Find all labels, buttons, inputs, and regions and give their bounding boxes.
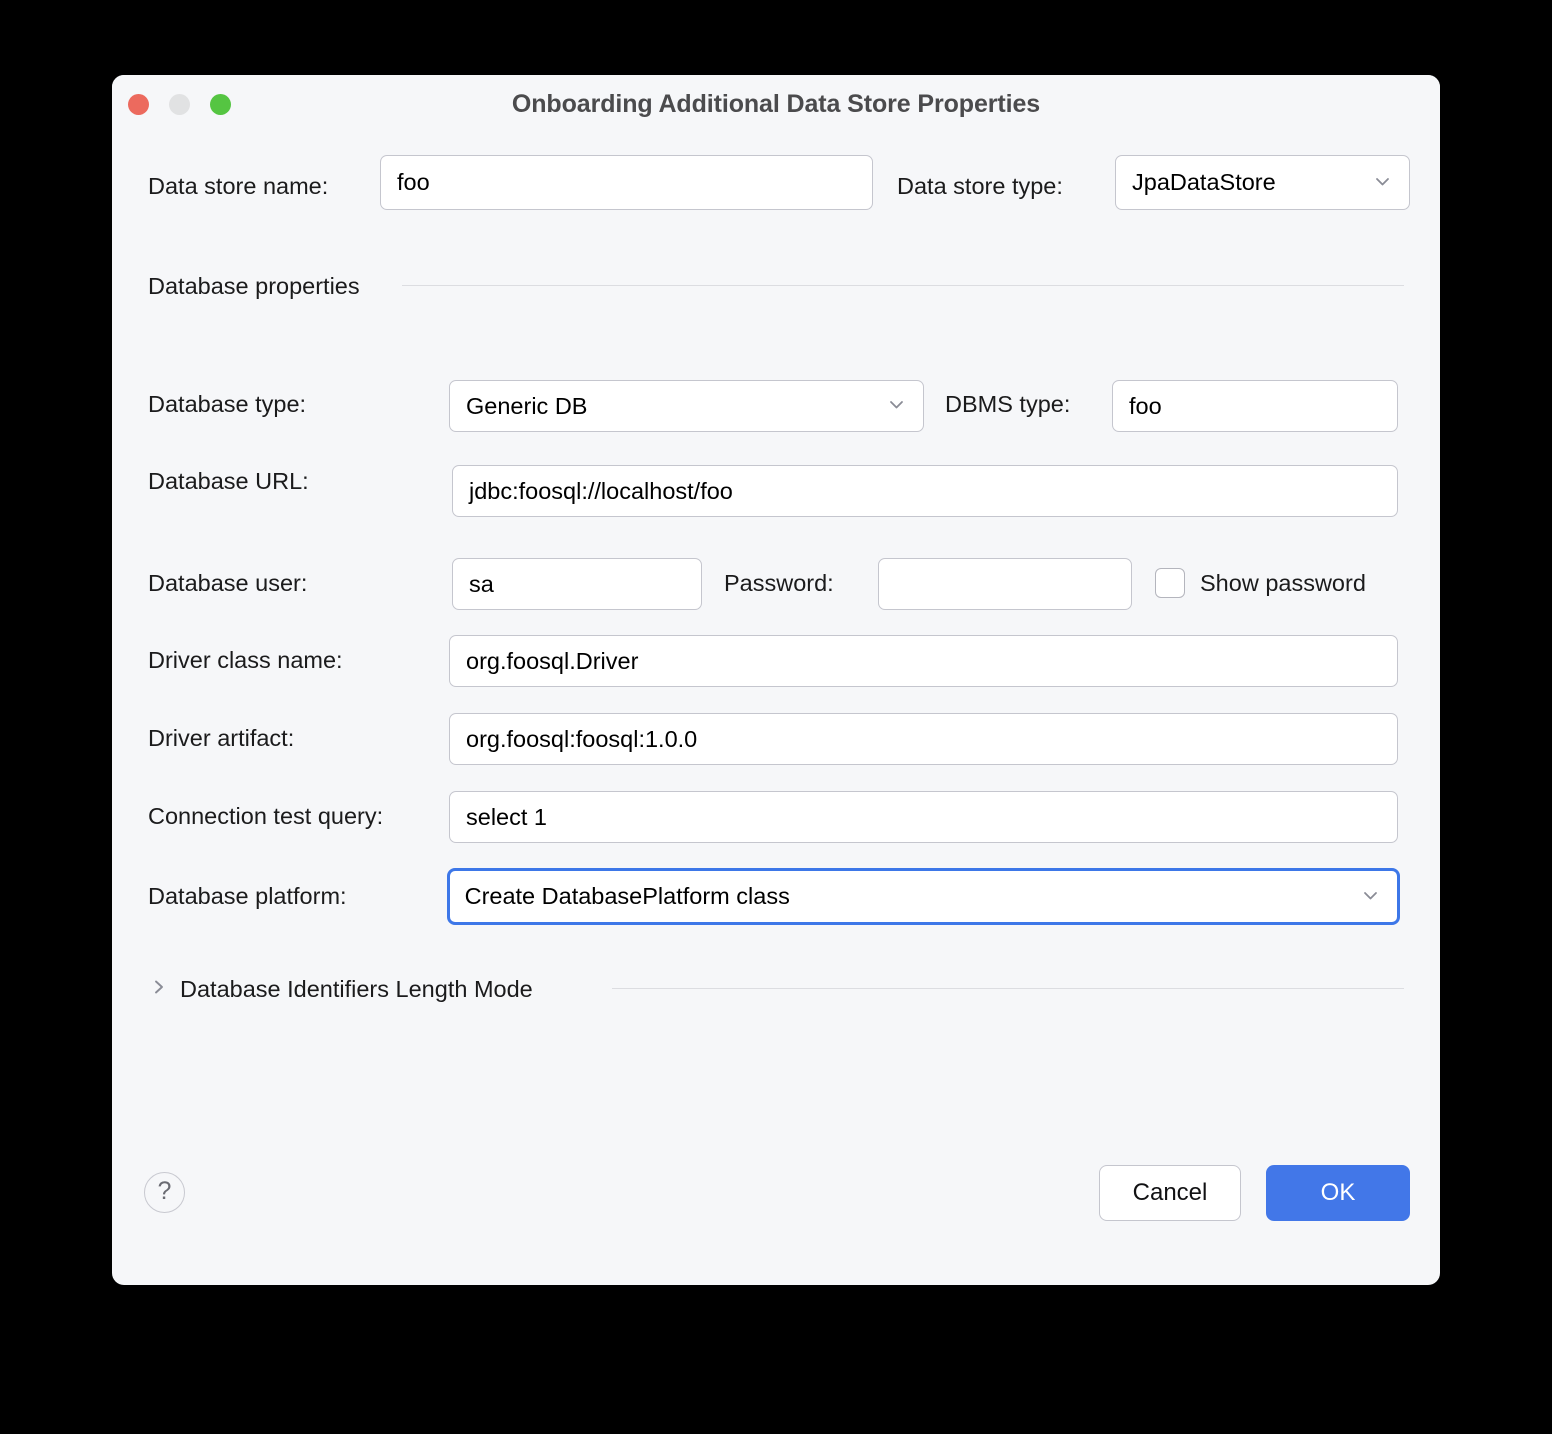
chevron-down-icon [1374, 173, 1391, 190]
database-user-label: Database user: [148, 572, 307, 596]
data-store-name-input[interactable]: foo [380, 155, 873, 210]
disclosure-chevron-right-icon[interactable] [150, 978, 168, 996]
password-label: Password: [724, 572, 834, 596]
show-password-checkbox[interactable] [1155, 568, 1185, 598]
driver-artifact-input[interactable]: org.foosql:foosql:1.0.0 [449, 713, 1398, 765]
chevron-down-icon [1362, 887, 1379, 904]
data-store-type-label: Data store type: [897, 175, 1063, 199]
database-identifiers-length-mode-label[interactable]: Database Identifiers Length Mode [180, 978, 533, 1002]
driver-class-name-input[interactable]: org.foosql.Driver [449, 635, 1398, 687]
database-platform-label: Database platform: [148, 885, 347, 909]
driver-class-name-label: Driver class name: [148, 649, 343, 673]
dialog-content: Data store name: foo Data store type: Jp… [112, 133, 1440, 1285]
database-url-input[interactable]: jdbc:foosql://localhost/foo [452, 465, 1398, 517]
connection-test-query-input[interactable]: select 1 [449, 791, 1398, 843]
ok-button[interactable]: OK [1266, 1165, 1410, 1221]
database-type-label: Database type: [148, 393, 306, 417]
data-store-type-select[interactable]: JpaDataStore [1115, 155, 1410, 210]
database-url-label: Database URL: [148, 470, 309, 494]
dbms-type-input[interactable]: foo [1112, 380, 1398, 432]
password-input[interactable] [878, 558, 1132, 610]
cancel-button[interactable]: Cancel [1099, 1165, 1241, 1221]
driver-artifact-label: Driver artifact: [148, 727, 294, 751]
connection-test-query-label: Connection test query: [148, 805, 383, 829]
chevron-down-icon [888, 396, 905, 413]
database-platform-value: Create DatabasePlatform class [465, 883, 790, 910]
dbms-type-label: DBMS type: [945, 393, 1070, 417]
group-separator [402, 285, 1404, 286]
title-bar: Onboarding Additional Data Store Propert… [112, 75, 1440, 133]
database-platform-select[interactable]: Create DatabasePlatform class [447, 868, 1400, 925]
database-user-input[interactable]: sa [452, 558, 702, 610]
database-properties-group-label: Database properties [148, 275, 360, 299]
show-password-label: Show password [1200, 572, 1366, 596]
database-type-value: Generic DB [466, 393, 587, 420]
dialog-window: Onboarding Additional Data Store Propert… [112, 75, 1440, 1285]
data-store-name-label: Data store name: [148, 175, 328, 199]
help-button[interactable]: ? [144, 1172, 185, 1213]
section-separator [612, 988, 1404, 989]
database-type-select[interactable]: Generic DB [449, 380, 924, 432]
data-store-type-value: JpaDataStore [1132, 169, 1276, 196]
window-title: Onboarding Additional Data Store Propert… [112, 75, 1440, 133]
